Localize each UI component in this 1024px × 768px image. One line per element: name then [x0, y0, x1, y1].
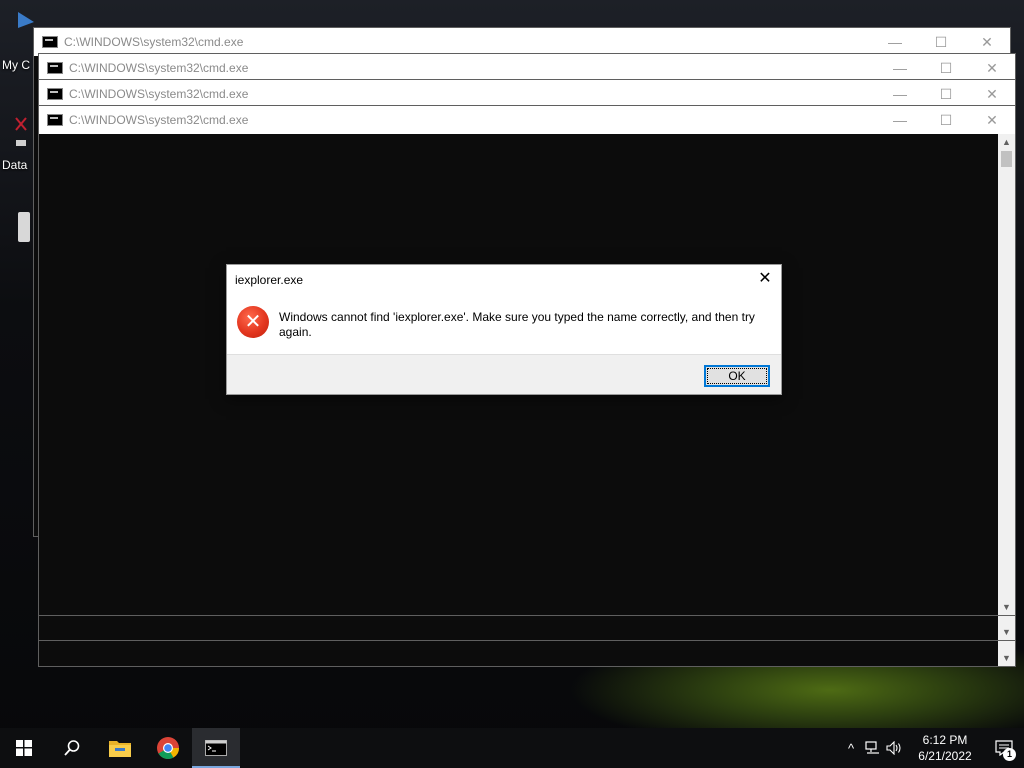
- titlebar[interactable]: C:\WINDOWS\system32\cmd.exe — ☐ ✕: [39, 106, 1015, 134]
- desktop-icon-my-computer[interactable]: My C: [0, 12, 34, 76]
- file-explorer-icon: [109, 741, 131, 757]
- cmd-icon: [47, 88, 63, 100]
- cmd-icon: [47, 114, 63, 126]
- window-title: C:\WINDOWS\system32\cmd.exe: [69, 61, 249, 75]
- desktop-icon-label: Data: [2, 158, 28, 172]
- cmd-icon: [42, 36, 58, 48]
- volume-icon[interactable]: [884, 728, 906, 768]
- dialog-footer: OK: [227, 354, 781, 394]
- start-icon: [16, 740, 32, 756]
- desktop-icon-data[interactable]: Data: [0, 112, 34, 176]
- close-button[interactable]: ✕: [969, 80, 1015, 108]
- minimize-button[interactable]: —: [877, 80, 923, 108]
- desktop-icon-partial: [18, 212, 30, 242]
- scroll-down-arrow-icon[interactable]: ▼: [998, 624, 1015, 640]
- maximize-button[interactable]: ☐: [923, 54, 969, 82]
- chevron-up-icon[interactable]: ^: [840, 728, 862, 768]
- minimize-button[interactable]: —: [877, 106, 923, 134]
- system-tray: ^ 6:12 PM 6/21/2022 1: [840, 728, 1024, 768]
- scroll-down-arrow-icon[interactable]: ▼: [998, 599, 1015, 615]
- close-button[interactable]: ✕: [969, 54, 1015, 82]
- file-explorer-button[interactable]: [96, 728, 144, 768]
- window-title: C:\WINDOWS\system32\cmd.exe: [69, 113, 249, 127]
- chrome-icon: [157, 737, 179, 759]
- computer-icon: [18, 12, 34, 34]
- clock[interactable]: 6:12 PM 6/21/2022: [906, 732, 984, 764]
- close-button[interactable]: ✕: [964, 28, 1010, 56]
- error-dialog[interactable]: iexplorer.exe ✕ ✕ Windows cannot find 'i…: [226, 264, 782, 395]
- search-button[interactable]: [48, 728, 96, 768]
- minimize-button[interactable]: —: [877, 54, 923, 82]
- maximize-button[interactable]: ☐: [923, 106, 969, 134]
- desktop-icon-label: My C: [2, 58, 30, 72]
- chrome-button[interactable]: [144, 728, 192, 768]
- cmd-icon: [47, 62, 63, 74]
- ok-button[interactable]: OK: [704, 365, 770, 387]
- dialog-close-button[interactable]: ✕: [755, 269, 775, 289]
- titlebar[interactable]: C:\WINDOWS\system32\cmd.exe — ☐ ✕: [39, 54, 1015, 82]
- scroll-down-arrow-icon[interactable]: ▼: [998, 650, 1015, 666]
- search-icon: [64, 740, 80, 756]
- clock-date: 6/21/2022: [918, 749, 972, 763]
- action-center-button[interactable]: 1: [984, 728, 1024, 768]
- titlebar[interactable]: C:\WINDOWS\system32\cmd.exe — ☐ ✕: [34, 28, 1010, 56]
- notification-badge: 1: [1003, 748, 1016, 761]
- dialog-message: Windows cannot find 'iexplorer.exe'. Mak…: [279, 310, 755, 339]
- maximize-button[interactable]: ☐: [918, 28, 964, 56]
- titlebar[interactable]: C:\WINDOWS\system32\cmd.exe — ☐ ✕: [39, 80, 1015, 108]
- cmd-icon: [205, 740, 227, 756]
- close-button[interactable]: ✕: [969, 106, 1015, 134]
- shortcut-icon: [12, 114, 32, 146]
- taskbar: ^ 6:12 PM 6/21/2022 1: [0, 728, 1024, 768]
- window-title: C:\WINDOWS\system32\cmd.exe: [64, 35, 244, 49]
- vertical-scrollbar[interactable]: ▲ ▼: [998, 134, 1015, 615]
- dialog-title: iexplorer.exe: [235, 273, 304, 287]
- scrollbar-thumb[interactable]: [1001, 151, 1012, 167]
- clock-time: 6:12 PM: [922, 733, 968, 747]
- window-title: C:\WINDOWS\system32\cmd.exe: [69, 87, 249, 101]
- scroll-up-arrow-icon[interactable]: ▲: [998, 134, 1015, 150]
- cmd-taskbar-button[interactable]: [192, 728, 240, 768]
- network-icon[interactable]: [862, 728, 884, 768]
- start-button[interactable]: [0, 728, 48, 768]
- maximize-button[interactable]: ☐: [923, 80, 969, 108]
- minimize-button[interactable]: —: [872, 28, 918, 56]
- error-icon: ✕: [237, 306, 269, 338]
